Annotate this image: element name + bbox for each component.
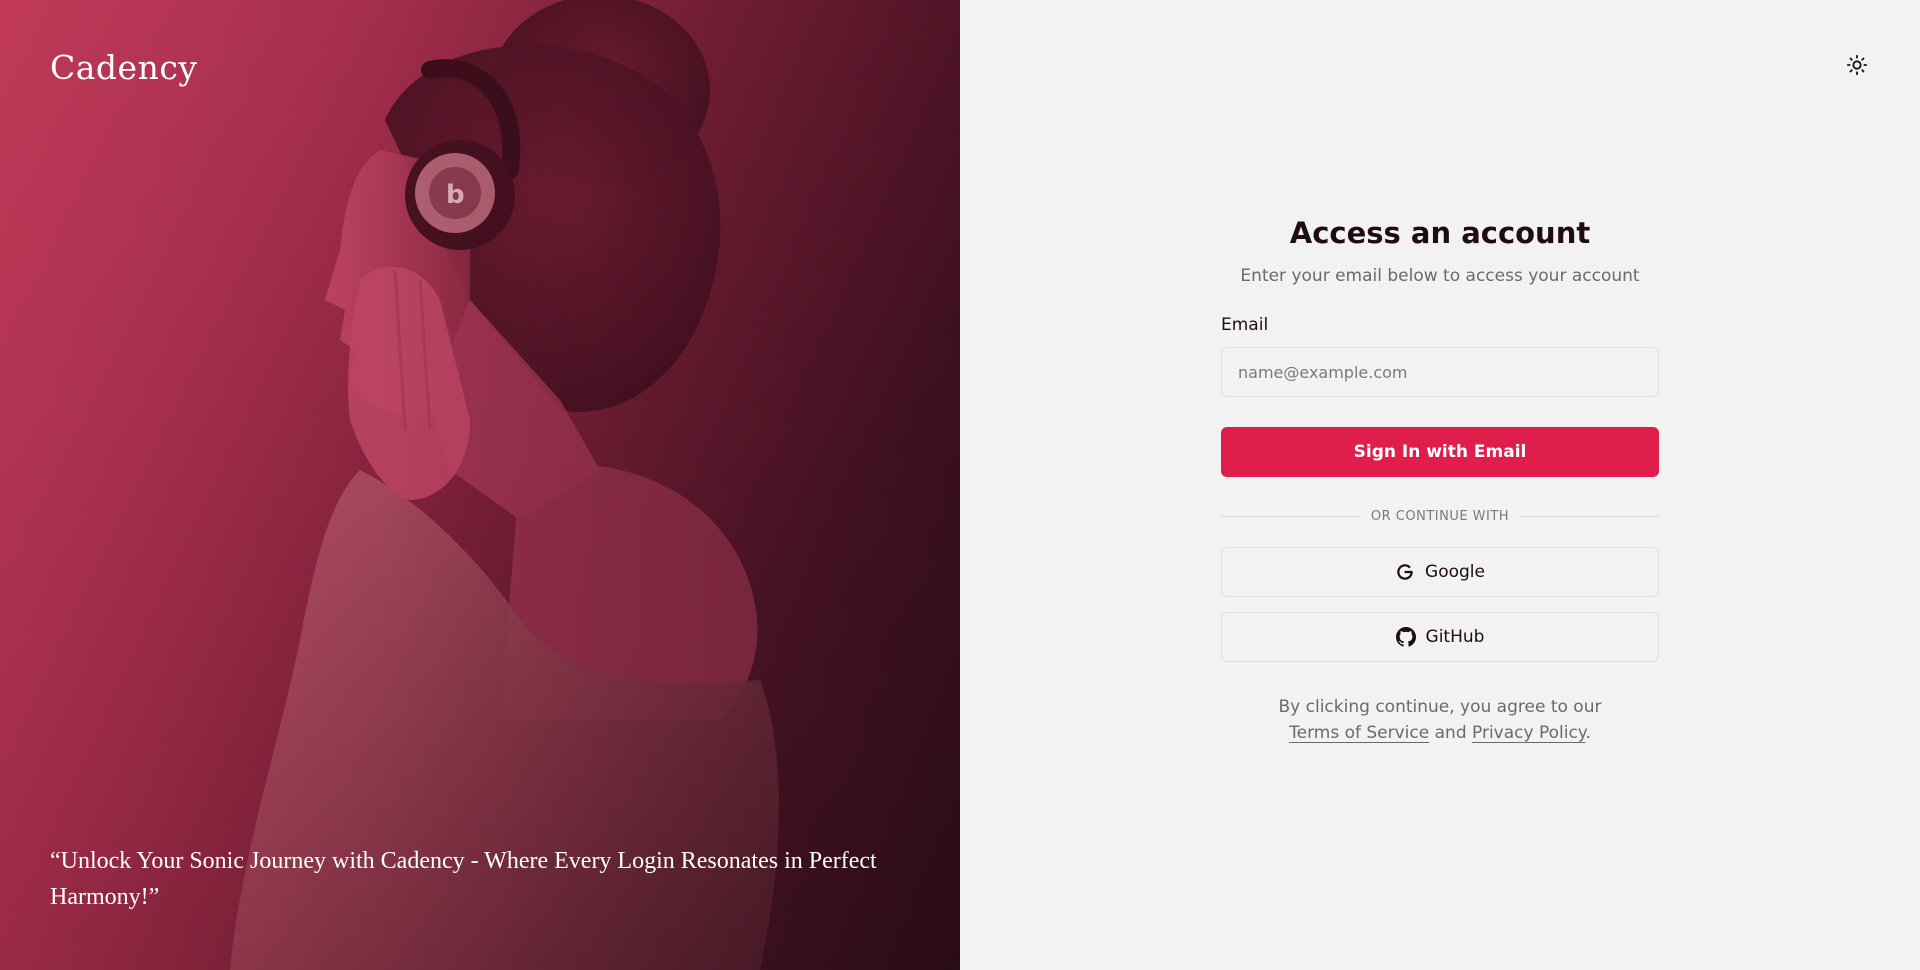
login-panel: Access an account Enter your email below… (960, 0, 1920, 970)
sun-icon (1846, 54, 1868, 76)
github-button-label: GitHub (1425, 627, 1485, 647)
terms-prefix: By clicking continue, you agree to our (1278, 697, 1602, 717)
login-page: b Cadency “Unlock Your Sonic Journey wit… (0, 0, 1920, 970)
email-label: Email (1221, 315, 1269, 335)
google-icon (1397, 564, 1413, 580)
page-title: Access an account (1289, 216, 1591, 250)
google-button-label: Google (1425, 562, 1485, 582)
theme-toggle-button[interactable] (1842, 50, 1872, 80)
terms-and: and (1434, 723, 1467, 743)
terms-of-service-link[interactable]: Terms of Service (1289, 723, 1429, 743)
privacy-policy-link[interactable]: Privacy Policy (1472, 723, 1585, 743)
terms-notice: By clicking continue, you agree to our T… (1221, 694, 1659, 746)
divider-text: OR CONTINUE WITH (1360, 508, 1520, 524)
github-sign-in-button[interactable]: GitHub (1221, 612, 1659, 662)
email-field[interactable] (1221, 347, 1659, 397)
svg-text:b: b (446, 180, 465, 210)
divider: OR CONTINUE WITH (1221, 505, 1659, 527)
brand-logo[interactable]: Cadency (50, 48, 197, 87)
sign-in-with-email-button[interactable]: Sign In with Email (1221, 427, 1659, 477)
terms-suffix: . (1585, 723, 1591, 743)
woman-with-headphones-photo: b (230, 0, 779, 970)
page-subtitle: Enter your email below to access your ac… (1240, 266, 1640, 286)
hero-panel: b Cadency “Unlock Your Sonic Journey wit… (0, 0, 960, 970)
login-form: Access an account Enter your email below… (1221, 210, 1659, 746)
github-icon (1395, 627, 1416, 647)
hero-quote: “Unlock Your Sonic Journey with Cadency … (50, 848, 877, 910)
google-sign-in-button[interactable]: Google (1221, 547, 1659, 597)
